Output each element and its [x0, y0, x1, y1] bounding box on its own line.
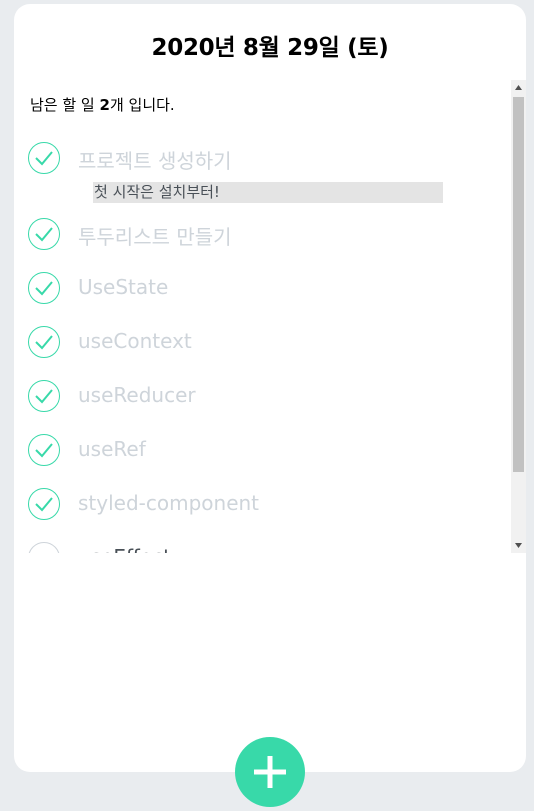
check-toggle[interactable]	[28, 380, 60, 412]
check-toggle[interactable]	[28, 142, 60, 174]
add-todo-button[interactable]	[235, 737, 305, 807]
triangle-up-icon	[515, 85, 522, 90]
todo-list[interactable]: 프로젝트 생성하기 첫 시작은 설치부터! 투두리스트 만들기 UseState…	[14, 134, 526, 553]
check-icon	[35, 389, 53, 404]
todo-text[interactable]: styled-component	[78, 491, 259, 515]
check-toggle[interactable]	[28, 272, 60, 304]
check-toggle[interactable]	[28, 326, 60, 358]
todo-text[interactable]: useEffect	[78, 545, 171, 553]
todo-text[interactable]: UseState	[78, 275, 168, 299]
check-toggle[interactable]	[28, 488, 60, 520]
todo-text[interactable]: useReducer	[78, 383, 196, 407]
remaining-tasks-text: 남은 할 일 2개 입니다.	[30, 94, 175, 115]
todo-text[interactable]: useContext	[78, 329, 192, 353]
todo-card: 2020년 8월 29일 (토) 남은 할 일 2개 입니다. 프로젝트 생성하…	[14, 4, 526, 772]
check-icon	[35, 443, 53, 458]
remaining-count: 2	[99, 96, 110, 114]
scroll-thumb[interactable]	[513, 97, 524, 472]
remaining-prefix: 남은 할 일	[30, 96, 100, 114]
check-toggle[interactable]	[28, 218, 60, 250]
todo-memo[interactable]: 첫 시작은 설치부터!	[93, 182, 443, 203]
check-icon	[35, 281, 53, 296]
check-toggle[interactable]	[28, 434, 60, 466]
check-icon	[35, 335, 53, 350]
list-scrollbar[interactable]	[511, 80, 526, 553]
scroll-down-button[interactable]	[511, 538, 526, 553]
scroll-up-button[interactable]	[511, 80, 526, 95]
todo-text[interactable]: 프로젝트 생성하기	[78, 145, 232, 174]
todo-text[interactable]: useRef	[78, 437, 146, 461]
check-icon	[35, 227, 53, 242]
triangle-down-icon	[515, 543, 522, 548]
remaining-suffix: 개 입니다.	[109, 96, 175, 114]
check-icon	[35, 151, 53, 166]
todo-text[interactable]: 투두리스트 만들기	[78, 221, 232, 250]
check-toggle[interactable]	[28, 542, 60, 553]
plus-icon	[254, 756, 286, 788]
check-icon	[35, 497, 53, 512]
date-title: 2020년 8월 29일 (토)	[151, 35, 389, 61]
